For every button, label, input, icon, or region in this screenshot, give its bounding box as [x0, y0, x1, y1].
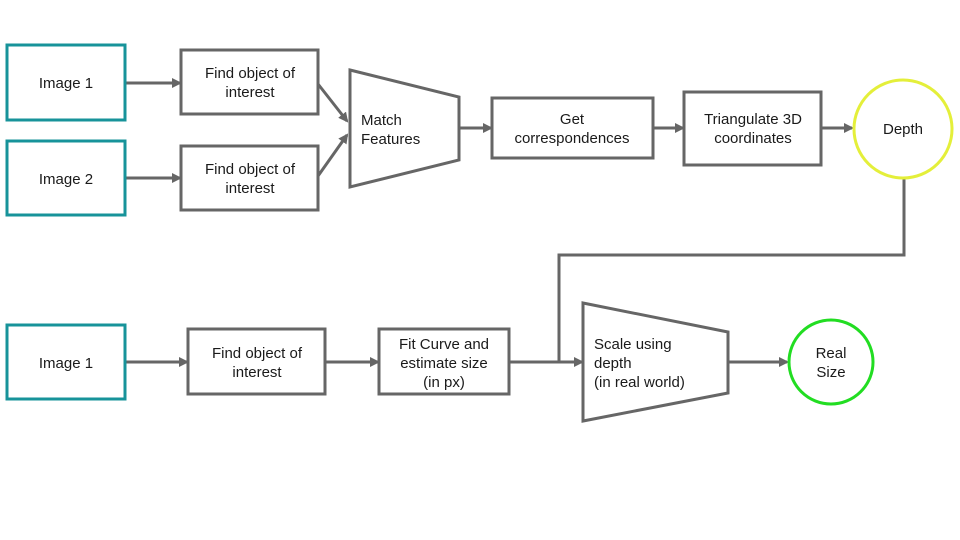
- node-find-object-3[interactable]: Find object of interest: [186, 327, 327, 396]
- node-label: Find object of: [205, 161, 296, 178]
- node-label: interest: [225, 84, 275, 101]
- node-image1-top[interactable]: Image 1: [5, 43, 127, 122]
- node-label: depth: [594, 355, 632, 372]
- node-find-object-2[interactable]: Find object of interest: [179, 144, 320, 212]
- node-label: (in real world): [594, 374, 685, 391]
- node-label: estimate size: [400, 355, 488, 372]
- node-label: Fit Curve and: [399, 336, 489, 353]
- node-label: Image 1: [39, 75, 93, 92]
- node-label: Depth: [883, 121, 923, 138]
- node-label: Image 2: [39, 171, 93, 188]
- node-label: Match: [361, 112, 402, 129]
- node-label: (in px): [423, 374, 465, 391]
- node-triangulate[interactable]: Triangulate 3D coordinates: [682, 90, 823, 167]
- node-label: Image 1: [39, 355, 93, 372]
- node-label: Features: [361, 131, 420, 148]
- node-image2[interactable]: Image 2: [5, 139, 127, 217]
- edge-find2-to-match: [316, 133, 349, 177]
- node-label: coordinates: [714, 130, 792, 147]
- edge-find1-to-match: [316, 83, 349, 123]
- node-get-correspondences[interactable]: Get correspondences: [490, 96, 655, 160]
- node-depth[interactable]: Depth: [852, 78, 954, 180]
- node-label: Find object of: [212, 345, 303, 362]
- node-label: Scale using: [594, 336, 672, 353]
- node-label: interest: [225, 180, 275, 197]
- diagram-canvas: Image 1 Image 2 Find object of interest …: [0, 0, 960, 540]
- node-match-features[interactable]: Match Features: [348, 68, 461, 189]
- node-image1-bottom[interactable]: Image 1: [5, 323, 127, 401]
- node-label: correspondences: [514, 130, 629, 147]
- node-find-object-1[interactable]: Find object of interest: [179, 48, 320, 116]
- node-label: Real: [816, 345, 847, 362]
- node-fit-curve[interactable]: Fit Curve and estimate size (in px): [377, 327, 511, 396]
- node-label: interest: [232, 364, 282, 381]
- node-label: Triangulate 3D: [704, 111, 802, 128]
- node-label: Get: [560, 111, 585, 128]
- node-real-size[interactable]: Real Size: [787, 318, 875, 406]
- node-scale-using-depth[interactable]: Scale using depth (in real world): [581, 301, 730, 423]
- node-label: Size: [816, 364, 845, 381]
- node-label: Find object of: [205, 65, 296, 82]
- pipeline-diagram: Image 1 Image 2 Find object of interest …: [5, 43, 954, 423]
